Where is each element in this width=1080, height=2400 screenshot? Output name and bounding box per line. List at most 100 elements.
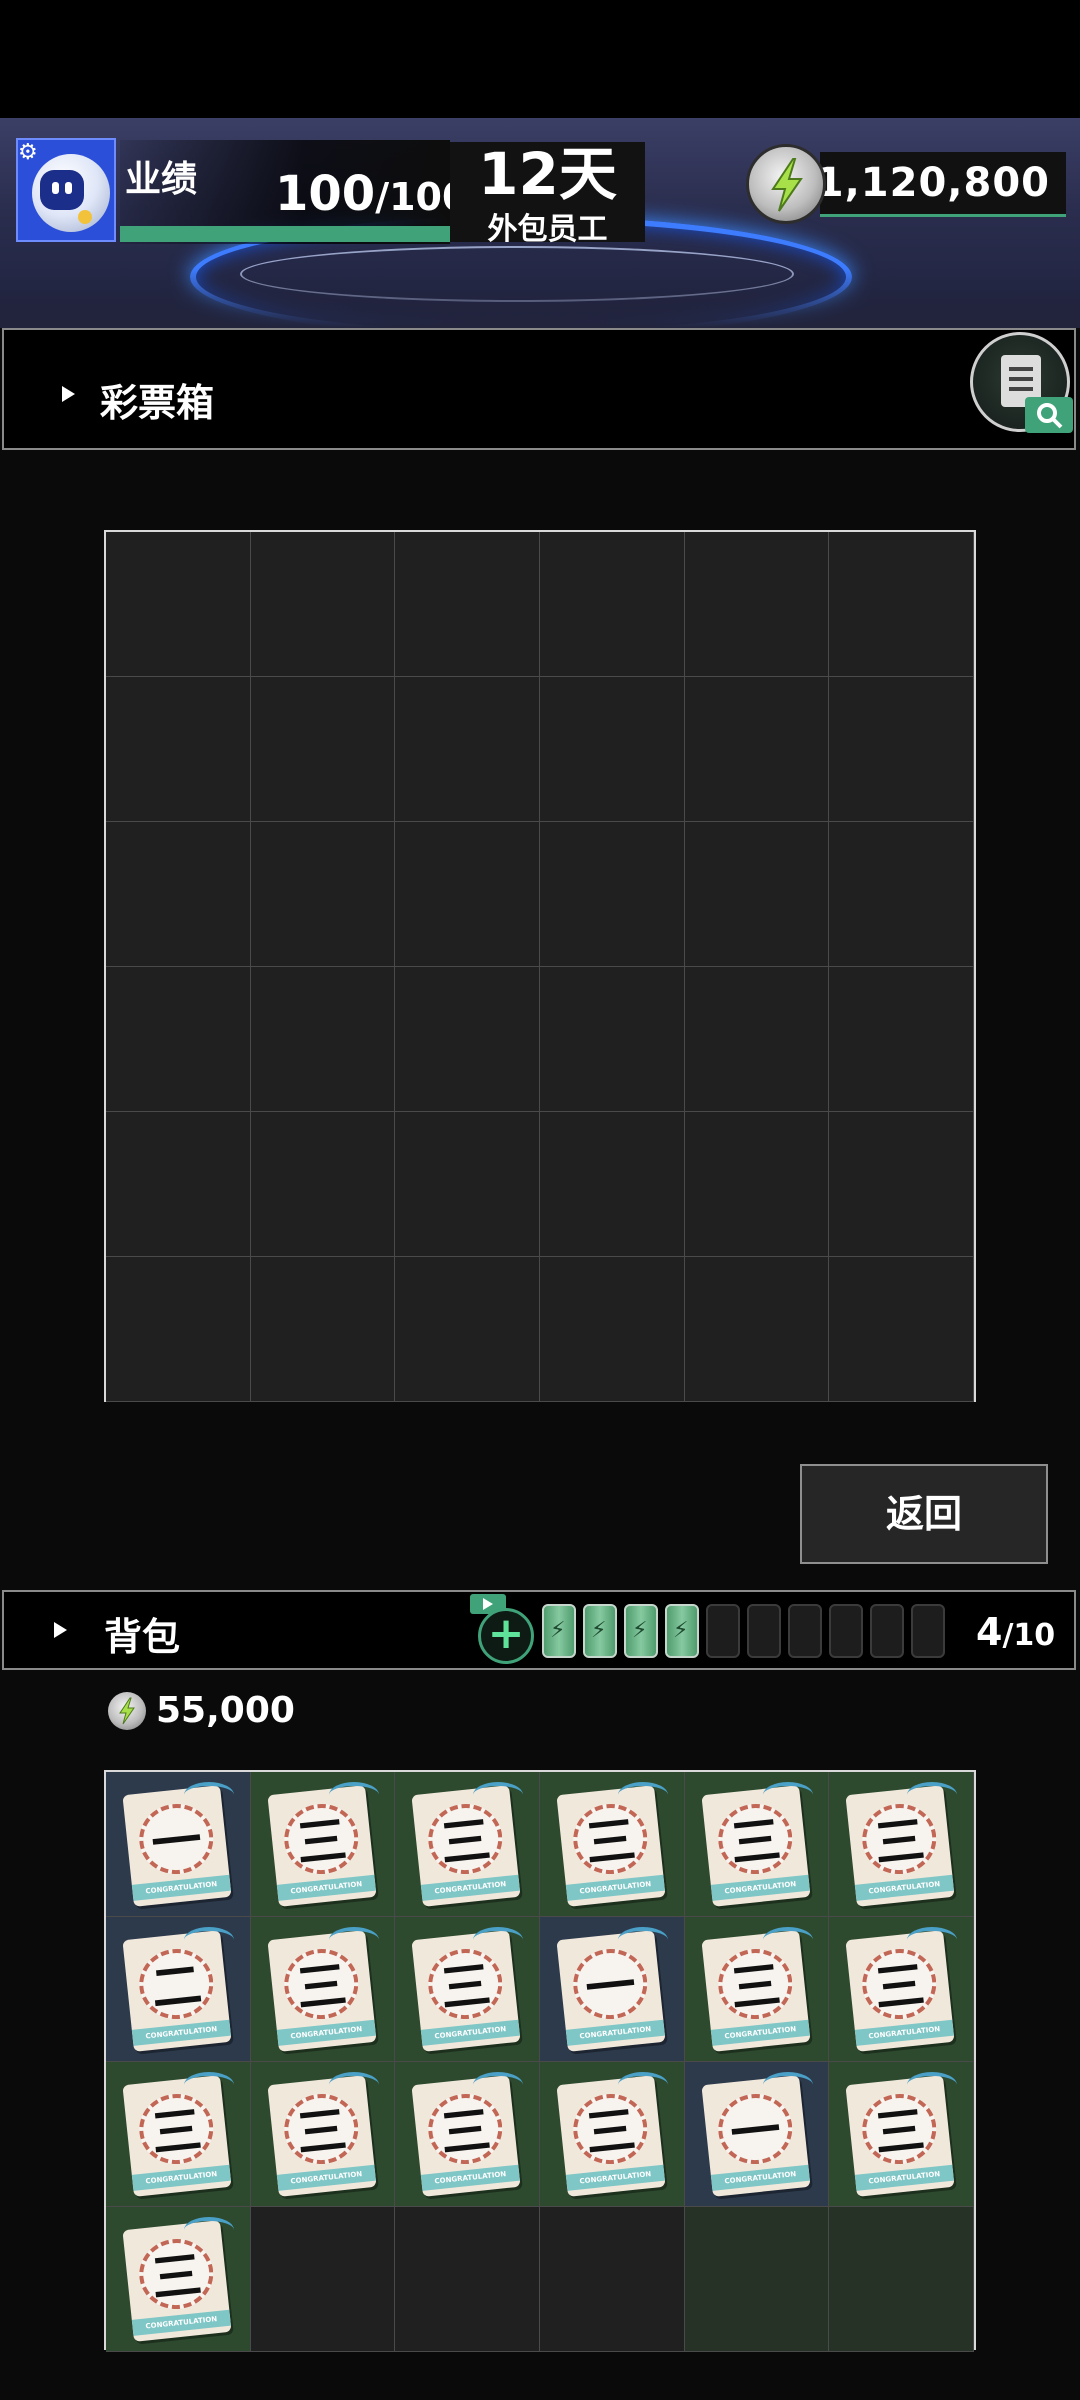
- backpack-slot[interactable]: 三 CONGRATULATION: [540, 1772, 685, 1917]
- lottery-slot[interactable]: [250, 1257, 396, 1402]
- backpack-slot[interactable]: 三 CONGRATULATION: [829, 1772, 974, 1917]
- lottery-slot[interactable]: [106, 532, 251, 677]
- lottery-slot[interactable]: [684, 677, 830, 822]
- lottery-slot[interactable]: [106, 1257, 251, 1402]
- lottery-slot[interactable]: [684, 822, 830, 967]
- lottery-slot[interactable]: [540, 677, 685, 822]
- add-slot-button[interactable]: +: [478, 1608, 534, 1664]
- clipboard-search-button[interactable]: [970, 332, 1073, 433]
- backpack-slot[interactable]: 一 CONGRATULATION: [540, 1917, 685, 2062]
- lottery-slot[interactable]: [250, 967, 396, 1112]
- lottery-slot[interactable]: [540, 967, 685, 1112]
- lottery-slot[interactable]: [684, 1112, 830, 1257]
- battery-empty-icon: [911, 1604, 945, 1658]
- backpack-slot[interactable]: 三 CONGRATULATION: [829, 2062, 974, 2207]
- ticket-caption: CONGRATULATION: [565, 1874, 665, 1901]
- ticket-caption: CONGRATULATION: [710, 2164, 810, 2191]
- lottery-slot[interactable]: [540, 1257, 685, 1402]
- battery-full-icon: [624, 1604, 658, 1658]
- ticket-caption: CONGRATULATION: [276, 2164, 376, 2191]
- lottery-slot[interactable]: [395, 1257, 540, 1402]
- days-badge: 12天 外包员工: [450, 142, 645, 247]
- ribbon-bow-icon: [184, 2072, 234, 2098]
- ticket-caption: CONGRATULATION: [710, 1874, 810, 1901]
- lottery-slot[interactable]: [395, 532, 540, 677]
- lottery-slot[interactable]: [106, 967, 251, 1112]
- lottery-slot[interactable]: [829, 1257, 974, 1402]
- lottery-slot[interactable]: [250, 532, 396, 677]
- ribbon-bow-icon: [907, 2072, 958, 2098]
- lottery-box-header[interactable]: 彩票箱: [2, 328, 1076, 450]
- backpack-slot[interactable]: 三 CONGRATULATION: [250, 1772, 396, 1917]
- ticket-caption: CONGRATULATION: [421, 2164, 521, 2191]
- lottery-slot[interactable]: [829, 677, 974, 822]
- ticket-caption: CONGRATULATION: [710, 2019, 810, 2046]
- ticket-number: 三: [872, 1810, 928, 1874]
- lottery-slot[interactable]: [250, 1112, 396, 1257]
- settings-gear-icon[interactable]: ⚙: [18, 142, 40, 164]
- backpack-slot-empty[interactable]: [540, 2207, 685, 2352]
- lottery-slot[interactable]: [540, 532, 685, 677]
- lottery-slot[interactable]: [106, 1112, 251, 1257]
- lottery-box-grid: [104, 530, 976, 1402]
- lottery-slot[interactable]: [106, 822, 251, 967]
- lottery-slot[interactable]: [829, 967, 974, 1112]
- ticket-number: 一: [727, 2100, 784, 2164]
- lottery-slot[interactable]: [395, 822, 540, 967]
- backpack-slot[interactable]: 二 CONGRATULATION: [106, 1917, 251, 2062]
- slot-count: 4/10: [976, 1610, 1056, 1654]
- ticket-caption: CONGRATULATION: [131, 1874, 231, 1901]
- lottery-slot[interactable]: [684, 967, 830, 1112]
- backpack-slot[interactable]: 三 CONGRATULATION: [684, 1917, 830, 2062]
- employee-type: 外包员工: [487, 212, 608, 247]
- backpack-grid: 一 CONGRATULATION 三 CONGRATULATION 三 CONGRATUL…: [104, 1770, 976, 2352]
- backpack-slot[interactable]: 三 CONGRATULATION: [829, 1917, 974, 2062]
- lottery-slot[interactable]: [829, 1112, 974, 1257]
- ticket-number: 三: [872, 1955, 928, 2019]
- backpack-slot[interactable]: 三 CONGRATULATION: [395, 1772, 540, 1917]
- lottery-slot[interactable]: [540, 1112, 685, 1257]
- backpack-slot[interactable]: 三 CONGRATULATION: [106, 2207, 251, 2352]
- ticket-caption: CONGRATULATION: [131, 2019, 231, 2046]
- lottery-slot[interactable]: [106, 677, 251, 822]
- backpack-slot[interactable]: 一 CONGRATULATION: [106, 1772, 251, 1917]
- ticket-caption: CONGRATULATION: [855, 1874, 955, 1901]
- backpack-slot[interactable]: 三 CONGRATULATION: [540, 2062, 685, 2207]
- lottery-slot[interactable]: [829, 532, 974, 677]
- lottery-slot[interactable]: [829, 822, 974, 967]
- battery-full-icon: [583, 1604, 617, 1658]
- backpack-slot-empty[interactable]: [684, 2207, 830, 2352]
- backpack-slot-empty[interactable]: [829, 2207, 974, 2352]
- ribbon-bow-icon: [184, 1927, 234, 1953]
- lottery-slot[interactable]: [395, 677, 540, 822]
- backpack-slot-empty[interactable]: [395, 2207, 540, 2352]
- backpack-slot[interactable]: 三 CONGRATULATION: [106, 2062, 251, 2207]
- backpack-slot[interactable]: 三 CONGRATULATION: [684, 1772, 830, 1917]
- backpack-slot-empty[interactable]: [250, 2207, 396, 2352]
- lottery-slot[interactable]: [684, 532, 830, 677]
- ticket-number: 三: [148, 2100, 205, 2164]
- battery-empty-icon: [788, 1604, 822, 1658]
- backpack-slot[interactable]: 一 CONGRATULATION: [684, 2062, 830, 2207]
- robot-visor: [40, 170, 84, 210]
- ribbon-bow-icon: [328, 1782, 379, 1808]
- lottery-slot[interactable]: [250, 822, 396, 967]
- ticket-number: 三: [293, 1810, 350, 1874]
- money-value: 1,120,800: [815, 160, 1050, 206]
- lottery-slot[interactable]: [684, 1257, 830, 1402]
- lottery-slot[interactable]: [395, 967, 540, 1112]
- backpack-slot[interactable]: 三 CONGRATULATION: [250, 1917, 396, 2062]
- lottery-slot[interactable]: [395, 1112, 540, 1257]
- backpack-slot[interactable]: 三 CONGRATULATION: [250, 2062, 396, 2207]
- ticket-number: 三: [438, 1810, 494, 1874]
- back-button[interactable]: 返回: [800, 1464, 1048, 1564]
- ticket-number: 三: [582, 1810, 639, 1874]
- ribbon-bow-icon: [762, 1927, 813, 1953]
- ribbon-bow-icon: [762, 2072, 813, 2098]
- lottery-slot[interactable]: [540, 822, 685, 967]
- status-bar-area: [0, 0, 1080, 118]
- lottery-slot[interactable]: [250, 677, 396, 822]
- backpack-slot[interactable]: 三 CONGRATULATION: [395, 2062, 540, 2207]
- ribbon-bow-icon: [907, 1782, 958, 1808]
- backpack-slot[interactable]: 三 CONGRATULATION: [395, 1917, 540, 2062]
